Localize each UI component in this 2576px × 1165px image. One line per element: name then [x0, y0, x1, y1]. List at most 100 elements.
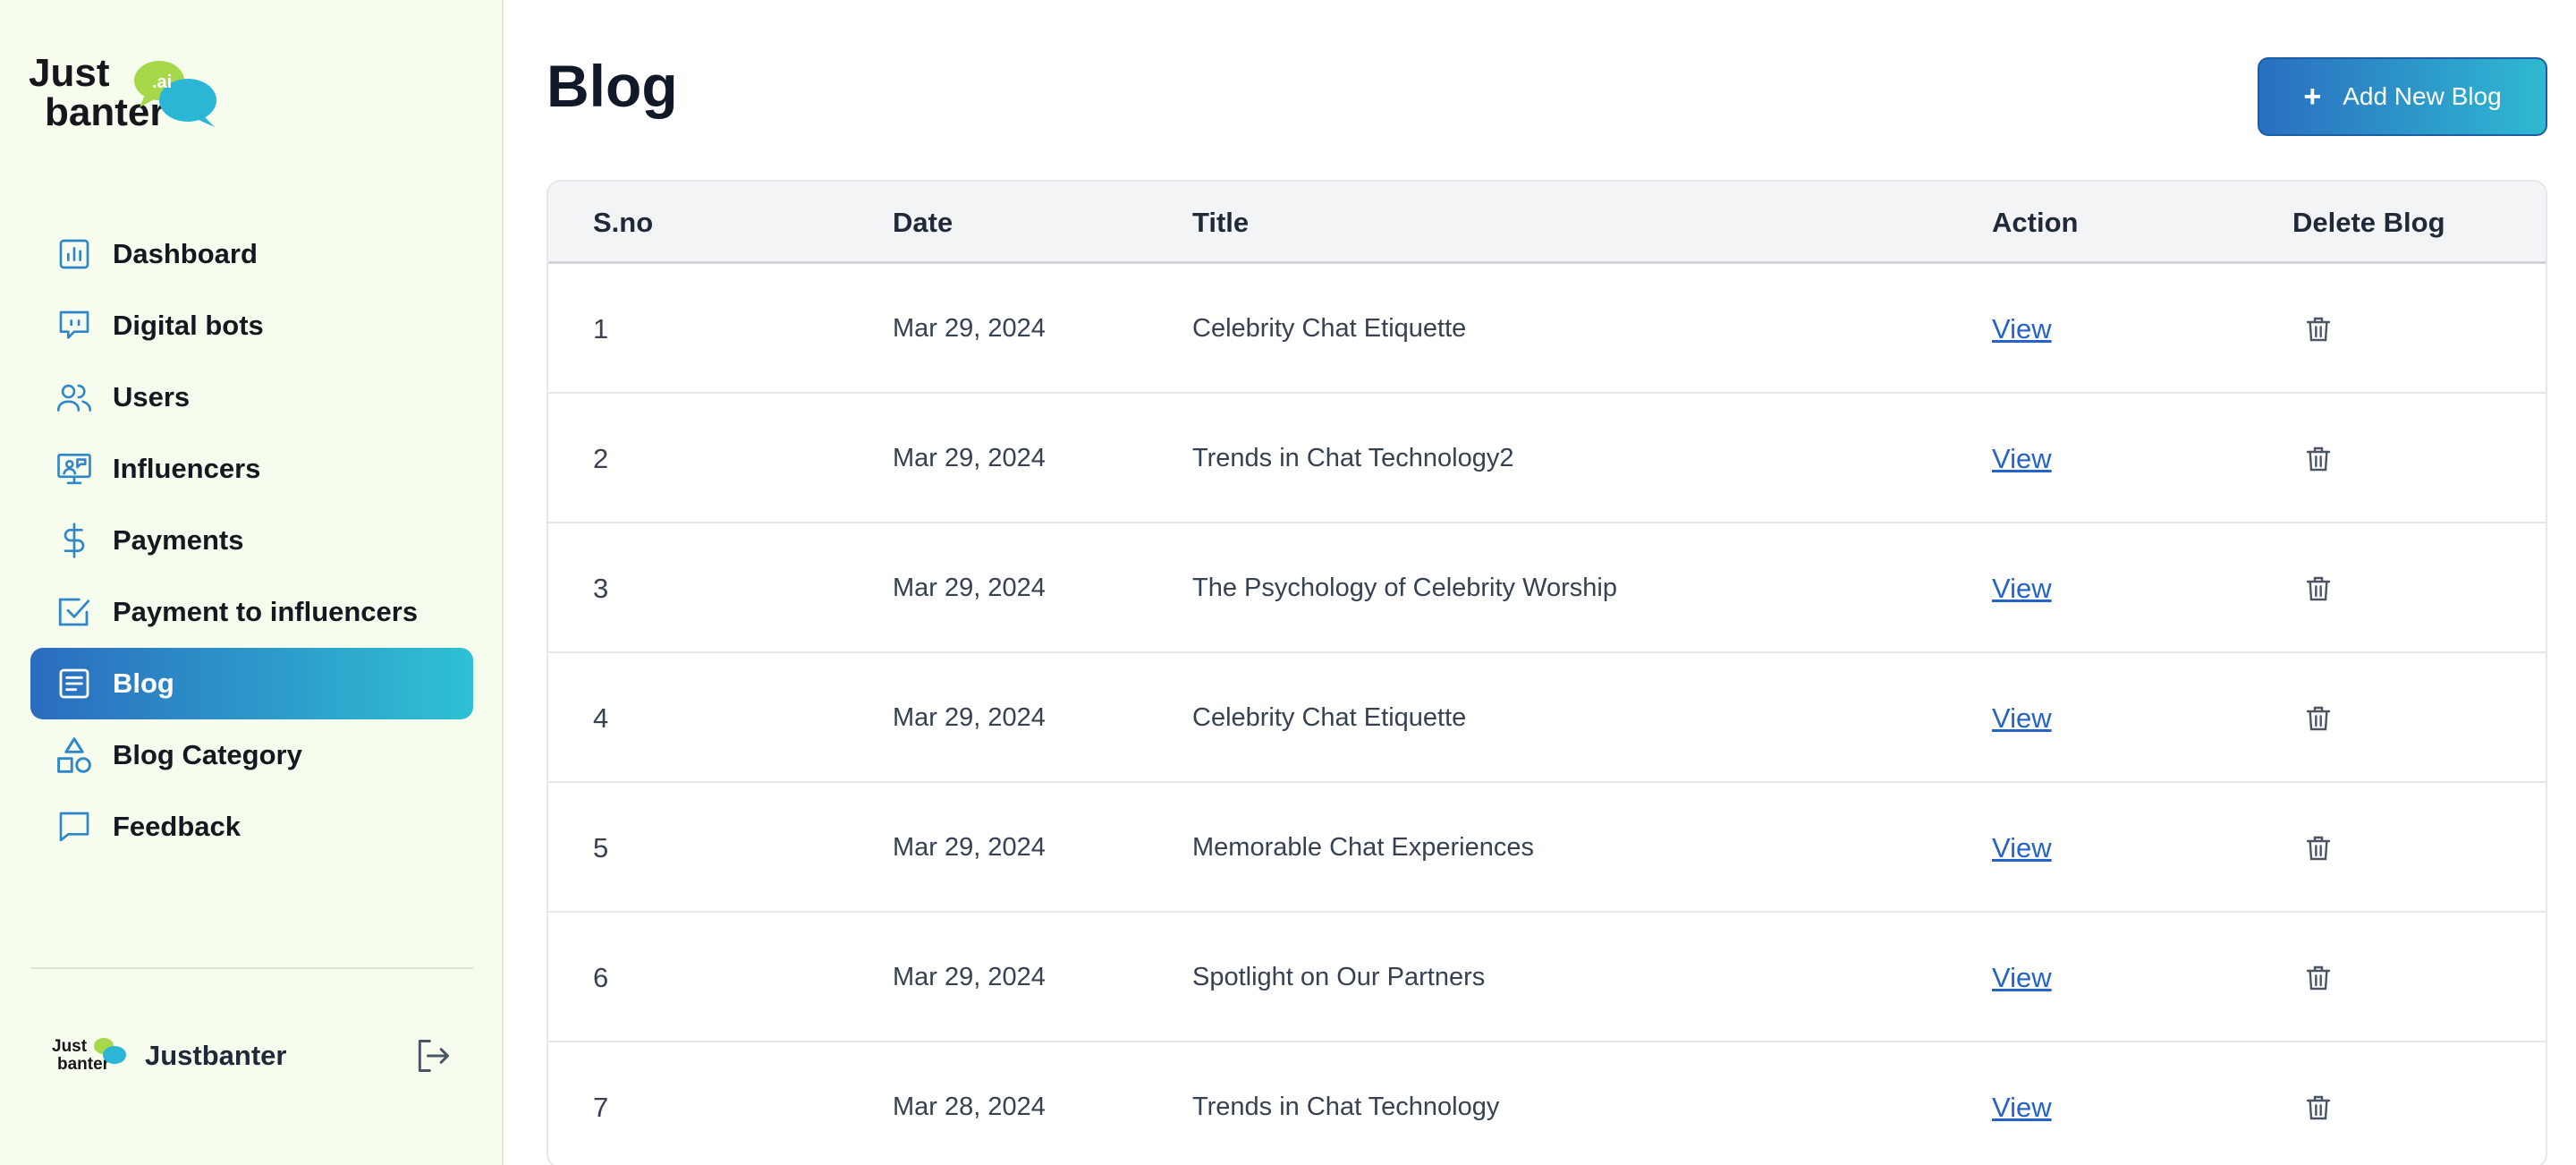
- influencer-monitor-icon: [54, 448, 95, 489]
- sidebar-divider: [30, 967, 473, 969]
- view-link[interactable]: View: [1992, 313, 2052, 344]
- delete-button[interactable]: [2304, 523, 2333, 653]
- check-square-icon: [54, 591, 95, 633]
- page-title: Blog: [547, 53, 678, 119]
- logout-icon[interactable]: [413, 1036, 453, 1076]
- cell-date: Mar 29, 2024: [893, 833, 1046, 862]
- cell-action: View: [1992, 264, 2052, 394]
- column-header-delete-blog: Delete Blog: [2292, 207, 2445, 238]
- trash-icon: [2306, 446, 2331, 471]
- sidebar-item-label: Blog Category: [113, 739, 302, 770]
- sidebar-item-label: Payments: [113, 524, 244, 556]
- view-link[interactable]: View: [1992, 573, 2052, 604]
- avatar-logo-icon: Just banter: [52, 1037, 126, 1074]
- avatar[interactable]: Just banter: [50, 1033, 127, 1078]
- table-row: 5 Mar 29, 2024 Memorable Chat Experience…: [548, 783, 2546, 913]
- chat-bubbles-logo-icon: .ai: [134, 61, 216, 127]
- delete-button[interactable]: [2304, 1042, 2333, 1165]
- cell-date: Mar 29, 2024: [893, 574, 1046, 602]
- cell-action: View: [1992, 1042, 2052, 1165]
- sidebar-item-label: Dashboard: [113, 238, 258, 269]
- trash-icon: [2306, 706, 2331, 730]
- sidebar-item-blog-category[interactable]: Blog Category: [30, 719, 473, 791]
- column-header-date: Date: [893, 207, 953, 238]
- column-header-sno: S.no: [593, 207, 654, 238]
- sidebar-item-feedback[interactable]: Feedback: [30, 791, 473, 863]
- trash-icon: [2306, 317, 2331, 341]
- sidebar-item-payment-to-influencers[interactable]: Payment to influencers: [30, 576, 473, 648]
- cell-action: View: [1992, 394, 2052, 523]
- delete-button[interactable]: [2304, 653, 2333, 783]
- view-link[interactable]: View: [1992, 832, 2052, 863]
- view-link[interactable]: View: [1992, 702, 2052, 734]
- table-row: 1 Mar 29, 2024 Celebrity Chat Etiquette …: [548, 264, 2546, 394]
- cell-date: Mar 29, 2024: [893, 444, 1046, 472]
- sidebar-item-label: Influencers: [113, 453, 261, 484]
- trash-icon: [2306, 1095, 2331, 1119]
- message-icon: [54, 806, 95, 847]
- cell-title: Trends in Chat Technology: [1192, 1093, 1500, 1121]
- svg-text:banter: banter: [57, 1055, 110, 1074]
- trash-icon: [2306, 836, 2331, 860]
- shapes-icon: [54, 735, 95, 776]
- cell-date: Mar 29, 2024: [893, 314, 1046, 343]
- cell-date: Mar 29, 2024: [893, 963, 1046, 991]
- sidebar-item-payments[interactable]: Payments: [30, 505, 473, 576]
- sidebar-item-dashboard[interactable]: Dashboard: [30, 218, 473, 290]
- delete-button[interactable]: [2304, 783, 2333, 913]
- trash-icon: [2306, 965, 2331, 990]
- column-header-title: Title: [1192, 207, 1250, 238]
- table-row: 2 Mar 29, 2024 Trends in Chat Technology…: [548, 394, 2546, 523]
- cell-sno: 4: [593, 702, 609, 734]
- delete-button[interactable]: [2304, 264, 2333, 394]
- trash-icon: [2306, 576, 2331, 600]
- sidebar-item-label: Payment to influencers: [113, 596, 419, 627]
- sidebar-item-blog[interactable]: Blog: [30, 648, 473, 719]
- sidebar-item-label: Users: [113, 381, 191, 412]
- cell-title: Memorable Chat Experiences: [1192, 833, 1535, 862]
- sidebar-item-influencers[interactable]: Influencers: [30, 433, 473, 505]
- chart-icon: [54, 234, 95, 275]
- add-new-blog-button[interactable]: + Add New Blog: [2258, 57, 2547, 136]
- bot-chat-icon: [54, 305, 95, 346]
- cell-sno: 1: [593, 313, 609, 344]
- cell-sno: 6: [593, 962, 609, 993]
- plus-icon: +: [2303, 80, 2322, 114]
- cell-date: Mar 28, 2024: [893, 1093, 1046, 1121]
- sidebar-item-users[interactable]: Users: [30, 361, 473, 433]
- delete-button[interactable]: [2304, 394, 2333, 523]
- cell-sno: 7: [593, 1092, 609, 1123]
- sidebar-item-digital-bots[interactable]: Digital bots: [30, 290, 473, 361]
- sidebar-item-label: Digital bots: [113, 310, 264, 341]
- cell-sno: 3: [593, 573, 609, 604]
- cell-action: View: [1992, 523, 2052, 653]
- profile-section: Just banter Justbanter: [50, 1029, 462, 1083]
- column-header-action: Action: [1992, 207, 2079, 238]
- table-row: 7 Mar 28, 2024 Trends in Chat Technology…: [548, 1042, 2546, 1165]
- sidebar: Just banter .ai Dashboard Digital bots U…: [0, 0, 504, 1165]
- svg-text:Just: Just: [52, 1037, 88, 1056]
- dollar-icon: [54, 520, 95, 561]
- sidebar-nav: Dashboard Digital bots Users Influencers…: [30, 218, 473, 863]
- brand-logo[interactable]: Just banter .ai: [29, 54, 216, 143]
- cell-action: View: [1992, 913, 2052, 1042]
- table-row: 3 Mar 29, 2024 The Psychology of Celebri…: [548, 523, 2546, 653]
- cell-sno: 2: [593, 443, 609, 474]
- cell-title: Celebrity Chat Etiquette: [1192, 314, 1467, 343]
- delete-button[interactable]: [2304, 913, 2333, 1042]
- add-new-blog-label: Add New Blog: [2343, 82, 2502, 110]
- view-link[interactable]: View: [1992, 962, 2052, 993]
- sidebar-item-label: Blog: [113, 668, 174, 699]
- table-row: 4 Mar 29, 2024 Celebrity Chat Etiquette …: [548, 653, 2546, 783]
- cell-action: View: [1992, 653, 2052, 783]
- cell-action: View: [1992, 783, 2052, 913]
- table-header: S.no Date Title Action Delete Blog: [548, 182, 2546, 264]
- view-link[interactable]: View: [1992, 443, 2052, 474]
- users-icon: [54, 377, 95, 418]
- brand-badge: .ai: [152, 72, 172, 92]
- document-icon: [54, 663, 95, 704]
- view-link[interactable]: View: [1992, 1092, 2052, 1123]
- cell-title: Celebrity Chat Etiquette: [1192, 703, 1467, 732]
- cell-date: Mar 29, 2024: [893, 703, 1046, 732]
- cell-title: Trends in Chat Technology2: [1192, 444, 1514, 472]
